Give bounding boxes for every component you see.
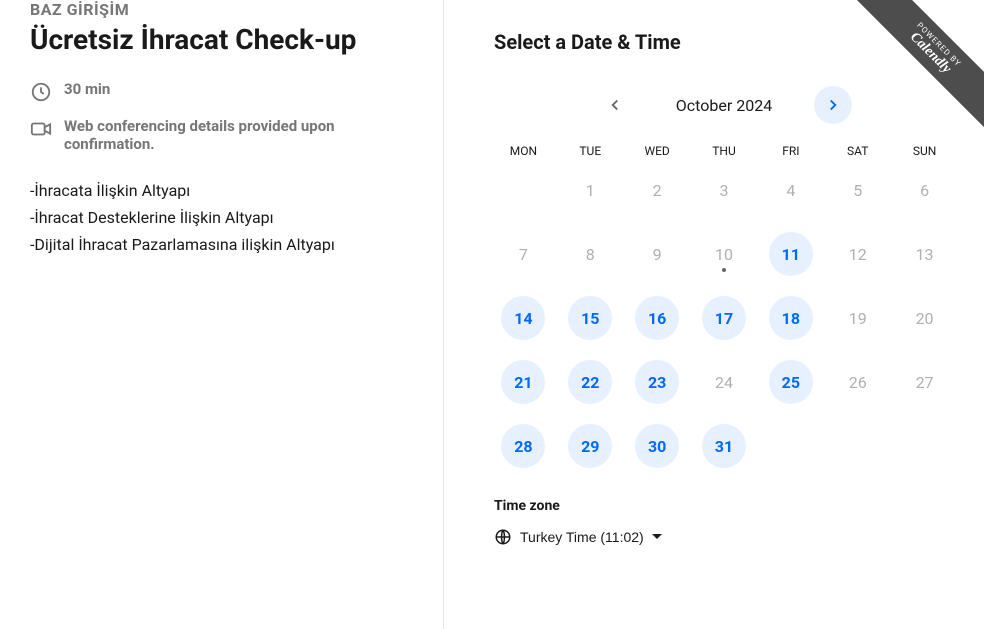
weekday-label: SAT	[828, 144, 887, 168]
calendar-header: October 2024	[494, 86, 954, 124]
day-unavailable: 24	[702, 360, 746, 404]
select-date-title: Select a Date & Time	[494, 30, 954, 54]
chevron-right-icon	[824, 96, 842, 114]
host-name: BAZ GİRİŞİM	[30, 0, 413, 19]
day-available[interactable]: 25	[769, 360, 813, 404]
day-available[interactable]: 16	[635, 296, 679, 340]
description-line: -İhracat Desteklerine İlişkin Altyapı	[30, 204, 413, 231]
weekday-label: TUE	[561, 144, 620, 168]
event-title: Ücretsiz İhracat Check-up	[30, 23, 413, 56]
day-available[interactable]: 31	[702, 424, 746, 468]
description-line: -İhracata İlişkin Altyapı	[30, 177, 413, 204]
day-available[interactable]: 17	[702, 296, 746, 340]
globe-icon	[494, 528, 512, 546]
day-unavailable: 7	[501, 232, 545, 276]
chevron-left-icon	[606, 96, 624, 114]
weekday-label: WED	[628, 144, 687, 168]
clock-icon	[30, 81, 52, 103]
description-line: -Dijital İhracat Pazarlamasına ilişkin A…	[30, 231, 413, 258]
day-available[interactable]: 22	[568, 360, 612, 404]
event-description: -İhracata İlişkin Altyapı-İhracat Destek…	[30, 177, 413, 259]
day-unavailable: 10	[702, 232, 746, 276]
day-available[interactable]: 29	[568, 424, 612, 468]
day-available[interactable]: 11	[769, 232, 813, 276]
day-unavailable: 1	[568, 168, 612, 212]
month-label: October 2024	[644, 96, 804, 115]
day-available[interactable]: 28	[501, 424, 545, 468]
day-unavailable: 12	[836, 232, 880, 276]
day-unavailable: 9	[635, 232, 679, 276]
day-available[interactable]: 15	[568, 296, 612, 340]
location-label: Web conferencing details provided upon c…	[64, 117, 413, 153]
day-blank	[903, 424, 947, 468]
day-blank	[501, 168, 545, 212]
weekday-label: FRI	[761, 144, 820, 168]
video-icon	[30, 118, 52, 140]
weekday-row: MON TUE WED THU FRI SAT SUN	[494, 144, 954, 168]
day-unavailable: 4	[769, 168, 813, 212]
timezone-label: Time zone	[494, 498, 954, 514]
day-unavailable: 8	[568, 232, 612, 276]
day-unavailable: 13	[903, 232, 947, 276]
day-blank	[836, 424, 880, 468]
day-blank	[769, 424, 813, 468]
day-available[interactable]: 23	[635, 360, 679, 404]
day-unavailable: 19	[836, 296, 880, 340]
day-available[interactable]: 14	[501, 296, 545, 340]
timezone-section: Time zone Turkey Time (11:02)	[494, 498, 954, 550]
timezone-value: Turkey Time (11:02)	[520, 529, 644, 545]
calendar: October 2024 MONTUEWEDTHUFRISATSUN 12345…	[494, 86, 954, 468]
weekday-label: MON	[494, 144, 553, 168]
duration-label: 30 min	[64, 80, 110, 98]
day-unavailable: 26	[836, 360, 880, 404]
day-unavailable: 27	[903, 360, 947, 404]
day-unavailable: 3	[702, 168, 746, 212]
day-unavailable: 5	[836, 168, 880, 212]
next-month-button[interactable]	[814, 86, 852, 124]
days-grid: 1234567891011121314151617181920212223242…	[494, 168, 954, 468]
event-details-panel: BAZ GİRİŞİM Ücretsiz İhracat Check-up 30…	[0, 0, 444, 629]
day-unavailable: 20	[903, 296, 947, 340]
weekday-label: THU	[695, 144, 754, 168]
duration-row: 30 min	[30, 80, 413, 103]
caret-down-icon	[652, 532, 662, 542]
day-available[interactable]: 21	[501, 360, 545, 404]
day-unavailable: 6	[903, 168, 947, 212]
timezone-button[interactable]: Turkey Time (11:02)	[494, 524, 662, 550]
weekday-label: SUN	[895, 144, 954, 168]
day-available[interactable]: 18	[769, 296, 813, 340]
prev-month-button[interactable]	[596, 86, 634, 124]
day-available[interactable]: 30	[635, 424, 679, 468]
location-row: Web conferencing details provided upon c…	[30, 117, 413, 153]
day-unavailable: 2	[635, 168, 679, 212]
calendar-panel: Select a Date & Time October 2024 MON TUE…	[444, 0, 984, 629]
